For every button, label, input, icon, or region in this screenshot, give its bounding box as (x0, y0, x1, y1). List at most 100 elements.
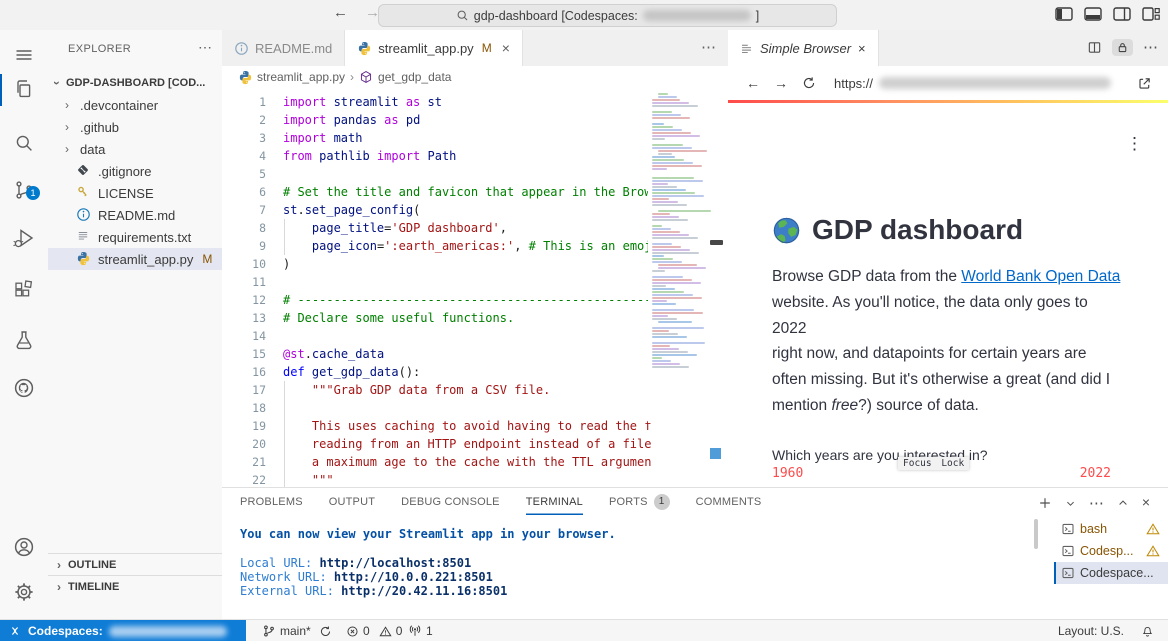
account-icon[interactable] (12, 535, 36, 559)
browser-reload-icon[interactable] (802, 76, 816, 90)
terminal-session-bash[interactable]: bash (1054, 518, 1168, 540)
terminal-session-Codesp[interactable]: Codesp... (1054, 540, 1168, 562)
minimap[interactable] (648, 90, 712, 423)
code-line-20[interactable]: 20 reading from an HTTP endpoint instead… (222, 435, 652, 453)
panel-tab-terminal[interactable]: TERMINAL (526, 488, 583, 515)
explorer-item-requirements.txt[interactable]: requirements.txt (48, 226, 222, 248)
code-line-6[interactable]: 6# Set the title and favicon that appear… (222, 183, 652, 201)
terminal-url[interactable]: http://localhost:8501 (319, 556, 471, 570)
code-line-22[interactable]: 22 """ (222, 471, 652, 487)
explorer-item-data[interactable]: ›data (48, 138, 222, 160)
code-line-13[interactable]: 13# Declare some useful functions. (222, 309, 652, 327)
panel-more-actions-icon[interactable]: ⋯ (1089, 494, 1104, 512)
browser-back-icon[interactable]: ← (746, 75, 760, 91)
code-line-14[interactable]: 14 (222, 327, 652, 345)
code-line-17[interactable]: 17 """Grab GDP data from a CSV file. (222, 381, 652, 399)
explorer-item-.devcontainer[interactable]: ›.devcontainer (48, 94, 222, 116)
extensions-icon[interactable] (12, 278, 36, 302)
terminal-url[interactable]: http://10.0.0.221:8501 (334, 570, 493, 584)
branch-status[interactable]: main* (262, 620, 332, 641)
tab-README.md[interactable]: README.md (222, 30, 345, 66)
terminal-scrollbar[interactable] (1034, 519, 1038, 549)
simple-browser-tab[interactable]: Simple Browser × (728, 30, 879, 66)
breadcrumb[interactable]: streamlit_app.py › get_gdp_data (222, 66, 728, 88)
tab-streamlit_app.py[interactable]: streamlit_app.pyM× (345, 30, 523, 66)
explorer-item-streamlit_app.py[interactable]: streamlit_app.pyM (48, 248, 222, 270)
breadcrumb-file[interactable]: streamlit_app.py (257, 70, 345, 84)
notifications-bell[interactable] (1141, 620, 1154, 641)
browser-forward-icon[interactable]: → (774, 75, 788, 91)
code-line-11[interactable]: 11 (222, 273, 652, 291)
split-editor-icon[interactable] (1087, 40, 1102, 55)
layout-status[interactable]: Layout: U.S. (1058, 620, 1124, 641)
search-view-icon[interactable] (12, 131, 36, 155)
breadcrumb-symbol[interactable]: get_gdp_data (378, 70, 451, 84)
toggle-secondary-sidebar-icon[interactable] (1113, 7, 1131, 21)
code-line-10[interactable]: 10) (222, 255, 652, 273)
close-panel-icon[interactable]: × (1142, 494, 1150, 510)
code-line-5[interactable]: 5 (222, 165, 652, 183)
code-line-1[interactable]: 1import streamlit as st (222, 93, 652, 111)
remote-indicator[interactable]: Codespaces: (0, 620, 246, 641)
code-line-7[interactable]: 7st.set_page_config( (222, 201, 652, 219)
toggle-panel-icon[interactable] (1084, 7, 1102, 21)
timeline-section[interactable]: › TIMELINE (48, 575, 223, 597)
code-line-8[interactable]: 8 page_title='GDP dashboard', (222, 219, 652, 237)
world-bank-link[interactable]: World Bank Open Data (961, 268, 1120, 285)
browser-more-actions-icon[interactable]: ⋯ (1143, 38, 1158, 56)
explorer-icon[interactable] (12, 77, 36, 101)
panel-tab-debug-console[interactable]: DEBUG CONSOLE (401, 488, 500, 515)
explorer-item-.github[interactable]: ›.github (48, 116, 222, 138)
ports-status[interactable]: 1 (408, 620, 433, 641)
settings-gear-icon[interactable] (12, 580, 36, 604)
maximize-panel-icon[interactable] (1117, 497, 1129, 509)
customize-layout-icon[interactable] (1142, 7, 1160, 21)
code-line-2[interactable]: 2import pandas as pd (222, 111, 652, 129)
code-line-12[interactable]: 12# ------------------------------------… (222, 291, 652, 309)
terminal-session-Codespace[interactable]: Codespace... (1054, 562, 1168, 584)
line-content: import math (283, 129, 362, 147)
panel-tab-problems[interactable]: PROBLEMS (240, 488, 303, 515)
outline-section[interactable]: › OUTLINE (48, 553, 223, 575)
terminal-url[interactable]: http://20.42.11.16:8501 (341, 584, 507, 598)
panel-tab-ports[interactable]: PORTS1 (609, 488, 670, 515)
item-label: .github (80, 120, 119, 135)
history-back-icon[interactable]: ← (333, 4, 348, 21)
testing-flask-icon[interactable] (12, 328, 36, 352)
sash-handle[interactable] (710, 240, 723, 245)
panel-tab-comments[interactable]: COMMENTS (696, 488, 762, 515)
code-line-15[interactable]: 15@st.cache_data (222, 345, 652, 363)
sync-icon[interactable] (319, 625, 332, 638)
explorer-item-.gitignore[interactable]: .gitignore (48, 160, 222, 182)
streamlit-menu-kebab-icon[interactable]: ⋮ (1126, 134, 1143, 154)
panel-tab-output[interactable]: OUTPUT (329, 488, 375, 515)
editor-more-actions-icon[interactable]: ⋯ (701, 38, 716, 56)
menu-icon[interactable] (12, 43, 36, 67)
problems-status[interactable]: 0 0 (346, 620, 402, 641)
url-scheme[interactable]: https:// (834, 76, 873, 91)
github-icon[interactable] (12, 376, 36, 400)
code-line-4[interactable]: 4from pathlib import Path (222, 147, 652, 165)
code-line-3[interactable]: 3import math (222, 129, 652, 147)
toggle-primary-sidebar-icon[interactable] (1055, 7, 1073, 21)
close-icon[interactable]: × (502, 40, 510, 56)
code-line-21[interactable]: 21 a maximum age to the cache with the T… (222, 453, 652, 471)
code-line-16[interactable]: 16def get_gdp_data(): (222, 363, 652, 381)
new-terminal-icon[interactable] (1038, 496, 1052, 510)
run-debug-icon[interactable] (12, 226, 36, 250)
open-external-icon[interactable] (1137, 76, 1152, 91)
lock-icon[interactable] (1112, 39, 1133, 56)
code-line-18[interactable]: 18 (222, 399, 652, 417)
explorer-item-README.md[interactable]: README.md (48, 204, 222, 226)
terminal-body[interactable]: You can now view your Streamlit app in y… (240, 515, 616, 598)
code-editor[interactable]: 1import streamlit as st2import pandas as… (222, 88, 728, 487)
command-center-search[interactable]: gdp-dashboard [Codespaces: ] (378, 4, 837, 27)
code-line-9[interactable]: 9 page_icon=':earth_americas:', # This i… (222, 237, 652, 255)
title-bar: ← → gdp-dashboard [Codespaces: ] (0, 0, 1168, 31)
code-line-19[interactable]: 19 This uses caching to avoid having to … (222, 417, 652, 435)
explorer-more-actions-icon[interactable]: ⋯ (198, 39, 212, 56)
explorer-root-folder[interactable]: › GDP-DASHBOARD [COD... (52, 72, 218, 94)
close-icon[interactable]: × (858, 41, 866, 56)
explorer-item-LICENSE[interactable]: LICENSE (48, 182, 222, 204)
terminal-dropdown-icon[interactable] (1065, 498, 1076, 509)
